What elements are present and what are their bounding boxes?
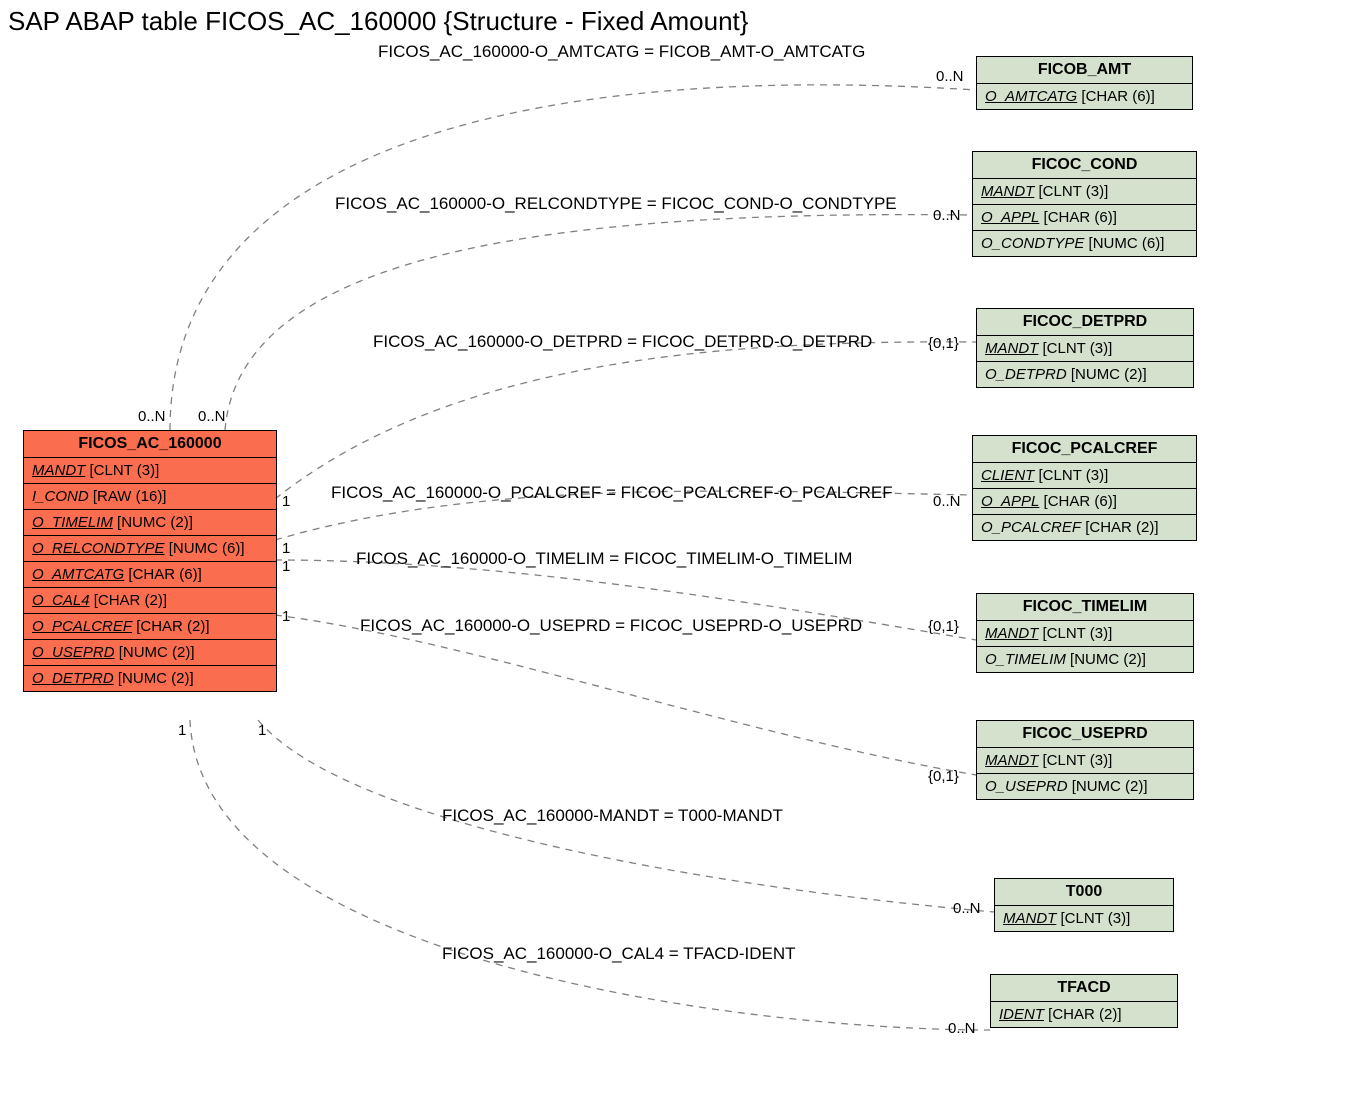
entity-header: FICOC_DETPRD [977, 309, 1193, 336]
entity-field: O_USEPRD [NUMC (2)] [24, 640, 276, 666]
cardinality: 0..N [948, 1020, 976, 1037]
entity-ficoc-detprd: FICOC_DETPRD MANDT [CLNT (3)] O_DETPRD [… [976, 308, 1194, 388]
entity-field: MANDT [CLNT (3)] [977, 621, 1193, 647]
relation-label: FICOS_AC_160000-O_RELCONDTYPE = FICOC_CO… [335, 194, 897, 214]
cardinality: 1 [282, 558, 290, 575]
entity-field: O_CAL4 [CHAR (2)] [24, 588, 276, 614]
entity-header: FICOC_USEPRD [977, 721, 1193, 748]
entity-main: FICOS_AC_160000 MANDT [CLNT (3)] I_COND … [23, 430, 277, 692]
cardinality: 1 [282, 493, 290, 510]
entity-field: O_PCALCREF [CHAR (2)] [24, 614, 276, 640]
cardinality: 1 [178, 722, 186, 739]
entity-field: O_USEPRD [NUMC (2)] [977, 774, 1193, 799]
relation-label: FICOS_AC_160000-O_AMTCATG = FICOB_AMT-O_… [378, 42, 865, 62]
entity-header: FICOB_AMT [977, 57, 1192, 84]
relation-label: FICOS_AC_160000-MANDT = T000-MANDT [442, 806, 783, 826]
cardinality: 0..N [138, 408, 166, 425]
relation-label: FICOS_AC_160000-O_CAL4 = TFACD-IDENT [442, 944, 796, 964]
cardinality: 0..N [936, 68, 964, 85]
entity-field: O_APPL [CHAR (6)] [973, 205, 1196, 231]
cardinality: 0..N [198, 408, 226, 425]
entity-header: FICOC_TIMELIM [977, 594, 1193, 621]
cardinality: 1 [258, 722, 266, 739]
cardinality: 0..N [953, 900, 981, 917]
relation-label: FICOS_AC_160000-O_DETPRD = FICOC_DETPRD-… [373, 332, 872, 352]
entity-field: I_COND [RAW (16)] [24, 484, 276, 510]
cardinality: {0,1} [928, 768, 959, 785]
entity-ficob-amt: FICOB_AMT O_AMTCATG [CHAR (6)] [976, 56, 1193, 110]
cardinality: 1 [282, 540, 290, 557]
relation-label: FICOS_AC_160000-O_PCALCREF = FICOC_PCALC… [331, 483, 893, 503]
entity-field: O_CONDTYPE [NUMC (6)] [973, 231, 1196, 256]
cardinality: 0..N [933, 493, 961, 510]
entity-ficoc-timelim: FICOC_TIMELIM MANDT [CLNT (3)] O_TIMELIM… [976, 593, 1194, 673]
relation-label: FICOS_AC_160000-O_TIMELIM = FICOC_TIMELI… [356, 549, 852, 569]
entity-field: O_DETPRD [NUMC (2)] [24, 666, 276, 691]
entity-field: O_DETPRD [NUMC (2)] [977, 362, 1193, 387]
entity-main-header: FICOS_AC_160000 [24, 431, 276, 458]
entity-field: O_AMTCATG [CHAR (6)] [24, 562, 276, 588]
cardinality: {0,1} [928, 335, 959, 352]
entity-field: CLIENT [CLNT (3)] [973, 463, 1196, 489]
entity-field: O_RELCONDTYPE [NUMC (6)] [24, 536, 276, 562]
entity-field: IDENT [CHAR (2)] [991, 1002, 1177, 1027]
entity-t000: T000 MANDT [CLNT (3)] [994, 878, 1174, 932]
cardinality: 1 [282, 608, 290, 625]
entity-field: MANDT [CLNT (3)] [977, 336, 1193, 362]
entity-field: MANDT [CLNT (3)] [995, 906, 1173, 931]
entity-tfacd: TFACD IDENT [CHAR (2)] [990, 974, 1178, 1028]
entity-header: T000 [995, 879, 1173, 906]
cardinality: {0,1} [928, 618, 959, 635]
entity-header: FICOC_PCALCREF [973, 436, 1196, 463]
cardinality: 0..N [933, 207, 961, 224]
entity-field: O_APPL [CHAR (6)] [973, 489, 1196, 515]
entity-ficoc-pcalcref: FICOC_PCALCREF CLIENT [CLNT (3)] O_APPL … [972, 435, 1197, 541]
entity-ficoc-useprd: FICOC_USEPRD MANDT [CLNT (3)] O_USEPRD [… [976, 720, 1194, 800]
entity-field: O_TIMELIM [NUMC (2)] [24, 510, 276, 536]
entity-field: MANDT [CLNT (3)] [977, 748, 1193, 774]
entity-field: MANDT [CLNT (3)] [24, 458, 276, 484]
entity-ficoc-cond: FICOC_COND MANDT [CLNT (3)] O_APPL [CHAR… [972, 151, 1197, 257]
relation-label: FICOS_AC_160000-O_USEPRD = FICOC_USEPRD-… [360, 616, 862, 636]
entity-field: O_PCALCREF [CHAR (2)] [973, 515, 1196, 540]
entity-field: O_AMTCATG [CHAR (6)] [977, 84, 1192, 109]
entity-header: TFACD [991, 975, 1177, 1002]
page-title: SAP ABAP table FICOS_AC_160000 {Structur… [8, 6, 748, 37]
entity-header: FICOC_COND [973, 152, 1196, 179]
entity-field: MANDT [CLNT (3)] [973, 179, 1196, 205]
entity-field: O_TIMELIM [NUMC (2)] [977, 647, 1193, 672]
